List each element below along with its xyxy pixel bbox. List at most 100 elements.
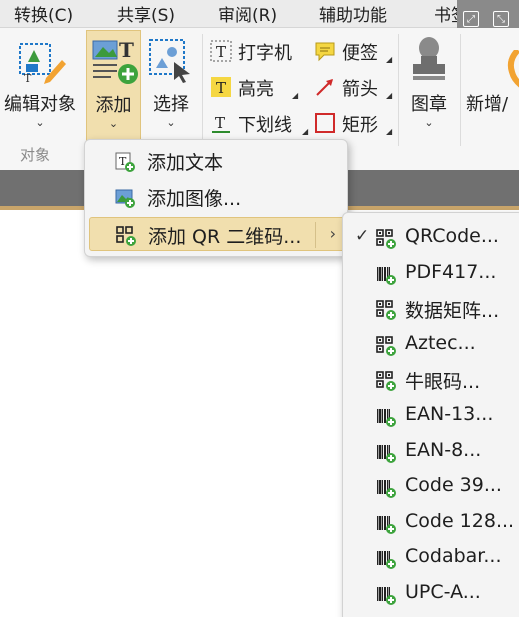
caret-icon: ◢: [292, 91, 299, 100]
note-icon: [315, 42, 335, 62]
arrow-icon: [316, 79, 333, 96]
submenu-item-label: UPC-A...: [405, 581, 481, 603]
edit-object-button[interactable]: T 编辑对象 ⌄: [0, 28, 80, 138]
caret-icon: ◢: [302, 127, 309, 136]
add-image-icon: [115, 189, 135, 208]
submenu-item-code128[interactable]: Code 128...: [343, 505, 519, 541]
submenu-item-label: 牛眼码...: [405, 371, 481, 394]
caret-icon: ◢: [386, 55, 393, 64]
submenu-item-label: Code 39...: [405, 474, 502, 497]
submenu-item-label: Codabar...: [405, 545, 502, 568]
chevron-down-icon: ⌄: [424, 116, 434, 129]
ribbon-separator: [202, 34, 203, 146]
submenu-item-label: QRCode...: [405, 225, 499, 247]
menu-item-add-image[interactable]: 添加图像...: [89, 180, 345, 214]
svg-text:T: T: [215, 114, 225, 132]
chevron-down-icon: ⌄: [108, 117, 119, 130]
new-add-button[interactable]: 新增/: [462, 28, 519, 138]
submenu-item-upca[interactable]: UPC-A...: [343, 576, 519, 612]
barcode-icon: [377, 480, 396, 499]
typewriter-button[interactable]: T 打字机: [210, 38, 306, 64]
submenu-item-label: PDF417...: [405, 260, 497, 283]
submenu-item-label: 数据矩阵...: [405, 300, 500, 323]
qr-code-icon: [376, 229, 396, 249]
tab-review[interactable]: 审阅(R): [218, 1, 277, 26]
add-dropdown-menu: T 添加文本 添加图像... 添加 QR 二维码... ›: [84, 139, 348, 257]
highlight-label: 高亮: [238, 79, 274, 100]
svg-text:T: T: [24, 72, 32, 84]
rectangle-icon: [315, 113, 335, 133]
underline-button[interactable]: T 下划线 ◢: [210, 110, 309, 136]
barcode-icon: [377, 444, 396, 463]
chevron-down-icon: ⌄: [166, 116, 176, 129]
submenu-item-pdf417[interactable]: PDF417...: [343, 256, 519, 292]
highlight-button[interactable]: T 高亮 ◢: [210, 74, 306, 100]
app-window: 转换(C) 共享(S) 审阅(R) 辅助功能 书签 帮 ⤢ ⤡ T 编辑对象 ⌄: [0, 0, 519, 617]
caret-icon: ◢: [386, 127, 393, 136]
tab-convert[interactable]: 转换(C): [14, 1, 73, 26]
arrow-label: 箭头: [342, 79, 378, 100]
svg-text:T: T: [216, 79, 226, 97]
submenu-item-label: Aztec...: [405, 331, 476, 354]
submenu-item-aztec[interactable]: Aztec...: [343, 327, 519, 363]
stamp-icon: [413, 37, 445, 80]
add-label: 添加: [95, 95, 132, 116]
barcode-icon: [377, 551, 396, 570]
submenu-item-bullseye[interactable]: 牛眼码...: [343, 362, 519, 398]
submenu-item-label: Code 128...: [405, 509, 515, 532]
menu-item-add-text[interactable]: T 添加文本: [89, 144, 345, 178]
submenu-item-ean8[interactable]: EAN-8...: [343, 434, 519, 470]
menu-tab-bar: 转换(C) 共享(S) 审阅(R) 辅助功能 书签 帮: [0, 0, 519, 28]
svg-text:T: T: [119, 38, 134, 62]
stamp-label: 图章: [411, 94, 447, 115]
submenu-item-qrcode[interactable]: ✓ QRCode...: [343, 220, 519, 256]
rectangle-label: 矩形: [342, 115, 378, 136]
submenu-item-codabar[interactable]: Codabar...: [343, 540, 519, 576]
submenu-item-code39[interactable]: Code 39...: [343, 469, 519, 505]
submenu-item-data-matrix[interactable]: 数据矩阵...: [343, 291, 519, 327]
new-add-label: 新增/: [466, 94, 509, 115]
submenu-item-label: EAN-8...: [405, 438, 482, 461]
submenu-item-label: EAN-13...: [405, 403, 494, 425]
underline-label: 下划线: [238, 115, 292, 136]
select-label: 选择: [153, 94, 189, 115]
qr-code-submenu: ✓ QRCode... PDF417... 数据矩阵... Aztec... 牛眼码...…: [342, 212, 519, 617]
add-content-icon: T: [92, 38, 138, 84]
arrow-button[interactable]: 箭头 ◢: [314, 74, 394, 100]
submenu-item-ean13[interactable]: EAN-13...: [343, 398, 519, 434]
underline-icon: T: [212, 114, 230, 133]
rectangle-button[interactable]: 矩形 ◢: [314, 110, 394, 136]
ribbon-separator: [398, 34, 399, 146]
barcode-icon: [376, 300, 396, 321]
group-label-object: 对象: [20, 146, 51, 164]
typewriter-label: 打字机: [238, 43, 292, 64]
barcode-icon: [377, 515, 396, 534]
caret-icon: ◢: [386, 91, 393, 100]
restore-icon[interactable]: ⤡: [493, 11, 509, 27]
tab-share[interactable]: 共享(S): [117, 1, 175, 26]
new-add-icon: [507, 50, 519, 88]
menu-item-label: 添加图像...: [147, 188, 242, 210]
tab-accessibility[interactable]: 辅助功能: [319, 1, 387, 26]
note-button[interactable]: 便签 ◢: [314, 38, 394, 64]
fullscreen-icon[interactable]: ⤢: [463, 11, 479, 27]
barcode-icon: [377, 266, 396, 285]
add-text-icon: T: [115, 152, 135, 172]
note-label: 便签: [342, 43, 378, 64]
submenu-separator: [315, 222, 316, 248]
barcode-icon: [376, 371, 396, 392]
select-button[interactable]: 选择 ⌄: [144, 28, 198, 138]
menu-item-add-qr-code[interactable]: 添加 QR 二维码... ›: [89, 217, 345, 251]
ribbon-separator: [460, 34, 461, 146]
typewriter-icon: T: [210, 40, 232, 62]
qr-code-icon: [116, 226, 136, 246]
checkmark-icon: ✓: [355, 226, 370, 246]
select-icon: [149, 39, 190, 83]
highlight-icon: T: [211, 77, 231, 97]
barcode-icon: [377, 409, 396, 427]
stamp-button[interactable]: 图章 ⌄: [402, 28, 456, 138]
add-button[interactable]: T 添加 ⌄: [86, 30, 141, 156]
barcode-icon: [377, 587, 396, 605]
edit-object-icon: T: [19, 43, 66, 84]
chevron-down-icon: ⌄: [35, 116, 45, 129]
